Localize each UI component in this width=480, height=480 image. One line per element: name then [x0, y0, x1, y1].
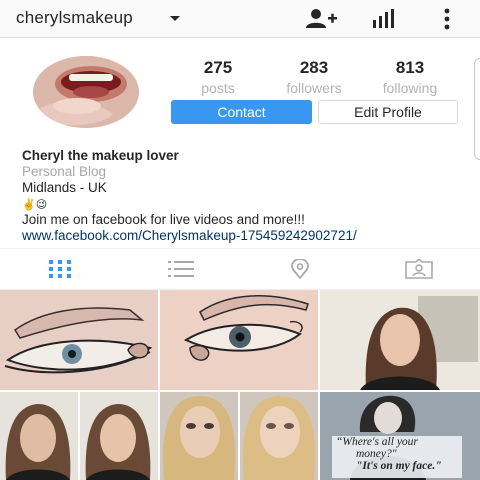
- location-icon[interactable]: [288, 259, 312, 279]
- display-name: Cheryl the makeup lover: [22, 148, 179, 163]
- stat-posts[interactable]: 275 posts: [173, 58, 263, 96]
- more-icon[interactable]: [442, 8, 452, 30]
- following-label: following: [382, 80, 438, 96]
- stat-followers[interactable]: 283 followers: [269, 58, 359, 96]
- tagged-icon[interactable]: [404, 259, 434, 279]
- grid-post-4[interactable]: [0, 392, 158, 480]
- chevron-down-icon[interactable]: [170, 16, 180, 21]
- grid-post-5[interactable]: [160, 392, 318, 480]
- quote-line-3: "It's on my face.": [356, 460, 442, 472]
- contact-button[interactable]: Contact: [171, 100, 312, 124]
- grid-post-6[interactable]: “Where's all your money?" "It's on my fa…: [320, 392, 480, 480]
- list-view-icon[interactable]: [168, 259, 194, 279]
- category-label: Personal Blog: [22, 164, 107, 179]
- username-switcher[interactable]: cherylsmakeup: [16, 8, 133, 28]
- edit-profile-button[interactable]: Edit Profile: [318, 100, 458, 124]
- posts-count: 275: [203, 58, 233, 77]
- quote-line-2: money?": [356, 448, 397, 460]
- top-bar: cherylsmakeup: [0, 0, 480, 38]
- avatar[interactable]: [33, 56, 139, 128]
- quote-box: “Where's all your money?" "It's on my fa…: [332, 436, 462, 478]
- followers-label: followers: [286, 80, 342, 96]
- photo-grid: “Where's all your money?" "It's on my fa…: [0, 290, 480, 480]
- bio-text: Join me on facebook for live videos and …: [22, 212, 305, 227]
- grid-post-2[interactable]: [160, 290, 318, 390]
- emoji-text: ✌️😉: [22, 199, 48, 211]
- quote-line-1: Where's all your: [342, 436, 418, 448]
- bio-link[interactable]: www.facebook.com/Cherylsmakeup-175459242…: [22, 228, 472, 244]
- grid-post-1[interactable]: [0, 290, 158, 390]
- grid-post-3[interactable]: [320, 290, 480, 390]
- add-person-icon[interactable]: [304, 8, 338, 30]
- emoji-line: ✌️😉: [22, 196, 472, 212]
- following-count: 813: [395, 58, 425, 77]
- insights-icon[interactable]: [372, 8, 396, 30]
- grid-view-icon[interactable]: [48, 259, 72, 279]
- location-text: Midlands - UK: [22, 180, 107, 195]
- scroll-indicator: [474, 58, 480, 160]
- bio: Cheryl the makeup lover Personal Blog Mi…: [22, 148, 472, 244]
- view-tabs: [0, 248, 480, 290]
- stat-following[interactable]: 813 following: [365, 58, 455, 96]
- followers-count: 283: [299, 58, 329, 77]
- posts-label: posts: [201, 80, 235, 96]
